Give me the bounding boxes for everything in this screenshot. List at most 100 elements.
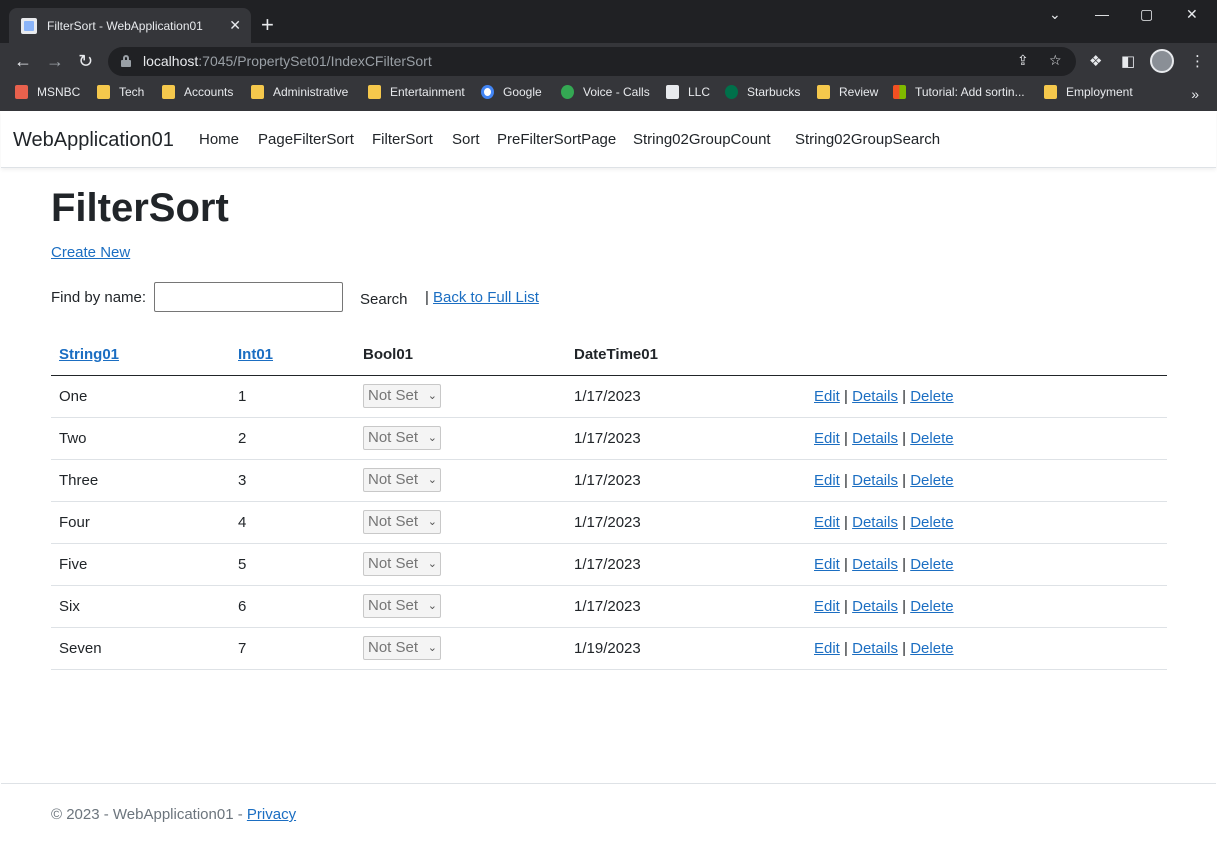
bookmark-tutorial[interactable]: Tutorial: Add sortin... (893, 85, 1025, 99)
action-separator: | (902, 471, 907, 489)
details-link[interactable]: Details (852, 556, 898, 573)
edit-link[interactable]: Edit (814, 598, 840, 615)
cell-bool01: Not Set ⌄ (355, 585, 566, 628)
cell-int01: 7 (230, 627, 355, 670)
bool01-select-value: Not Set (368, 429, 419, 446)
delete-link[interactable]: Delete (910, 388, 953, 405)
edit-link[interactable]: Edit (814, 430, 840, 447)
delete-link[interactable]: Delete (910, 598, 953, 615)
reload-icon[interactable]: ↻ (78, 51, 93, 71)
sort-string01-link[interactable]: String01 (59, 346, 119, 363)
window-close-icon[interactable]: ✕ (1186, 6, 1198, 23)
edit-link[interactable]: Edit (814, 556, 840, 573)
lock-icon[interactable] (121, 55, 131, 67)
cell-actions: Edit | Details | Delete (806, 417, 1167, 460)
cell-bool01: Not Set ⌄ (355, 375, 566, 418)
new-tab-button[interactable]: + (261, 14, 274, 36)
bookmark-tech[interactable]: Tech (97, 85, 144, 99)
page-favicon-icon (21, 17, 37, 34)
bookmark-accounts[interactable]: Accounts (162, 85, 233, 99)
delete-link[interactable]: Delete (910, 514, 953, 531)
app-brand[interactable]: WebApplication01 (13, 129, 174, 152)
chevron-down-icon: ⌄ (427, 558, 437, 570)
maximize-icon[interactable]: ▢ (1140, 6, 1153, 23)
details-link[interactable]: Details (852, 640, 898, 657)
bool01-select[interactable]: Not Set ⌄ (363, 468, 441, 492)
cell-datetime01: 1/17/2023 (566, 543, 806, 586)
chevron-down-icon: ⌄ (427, 516, 437, 528)
bookmarks-overflow-icon[interactable]: » (1191, 86, 1199, 102)
table-header-row: String01 Int01 Bool01 DateTime01 (51, 334, 1167, 376)
nav-home[interactable]: Home (199, 131, 239, 148)
forward-arrow-icon[interactable]: → (46, 51, 64, 71)
edit-link[interactable]: Edit (814, 514, 840, 531)
chevron-down-icon: ⌄ (427, 432, 437, 444)
minimize-icon[interactable]: — (1095, 6, 1109, 22)
bookmark-llc[interactable]: LLC (666, 85, 710, 99)
tab-close-icon[interactable]: ✕ (229, 17, 241, 33)
cell-int01: 3 (230, 459, 355, 502)
bookmark-administrative[interactable]: Administrative (251, 85, 348, 99)
url-text[interactable]: localhost:7045/PropertySet01/IndexCFilte… (143, 53, 432, 69)
bool01-select[interactable]: Not Set ⌄ (363, 594, 441, 618)
cell-bool01: Not Set ⌄ (355, 459, 566, 502)
chevron-down-icon: ⌄ (427, 642, 437, 654)
address-bar[interactable]: localhost:7045/PropertySet01/IndexCFilte… (108, 47, 1076, 76)
bookmark-google[interactable]: Google (481, 85, 542, 99)
cell-actions: Edit | Details | Delete (806, 459, 1167, 502)
nav-sort[interactable]: Sort (452, 131, 480, 148)
details-link[interactable]: Details (852, 388, 898, 405)
search-input[interactable] (154, 282, 343, 312)
share-icon[interactable]: ⇪ (1017, 52, 1029, 69)
edit-link[interactable]: Edit (814, 640, 840, 657)
side-panel-icon[interactable]: ◧ (1121, 52, 1135, 70)
details-link[interactable]: Details (852, 430, 898, 447)
edit-link[interactable]: Edit (814, 388, 840, 405)
bookmark-star-icon[interactable]: ☆ (1049, 52, 1062, 69)
bool01-select[interactable]: Not Set ⌄ (363, 636, 441, 660)
details-link[interactable]: Details (852, 598, 898, 615)
sort-int01-link[interactable]: Int01 (238, 346, 273, 363)
bookmark-starbucks[interactable]: Starbucks (725, 85, 800, 99)
header-string01[interactable]: String01 (51, 334, 230, 376)
header-int01[interactable]: Int01 (230, 334, 355, 376)
tab-search-icon[interactable]: ⌄ (1049, 6, 1061, 23)
bookmark-msnbc[interactable]: MSNBC (15, 85, 80, 99)
nav-string02groupsearch[interactable]: String02GroupSearch (795, 131, 940, 148)
bookmark-voice-calls[interactable]: Voice - Calls (561, 85, 650, 99)
back-arrow-icon[interactable]: ← (14, 51, 32, 71)
search-button[interactable]: Search (360, 291, 408, 308)
bool01-select[interactable]: Not Set ⌄ (363, 426, 441, 450)
details-link[interactable]: Details (852, 514, 898, 531)
bool01-select[interactable]: Not Set ⌄ (363, 384, 441, 408)
delete-link[interactable]: Delete (910, 430, 953, 447)
details-link[interactable]: Details (852, 472, 898, 489)
action-separator: | (902, 429, 907, 447)
cell-int01: 5 (230, 543, 355, 586)
nav-pagefiltersort[interactable]: PageFilterSort (258, 131, 354, 148)
extensions-icon[interactable]: ❖ (1089, 52, 1102, 70)
nav-filtersort[interactable]: FilterSort (372, 131, 433, 148)
menu-kebab-icon[interactable]: ⋮ (1190, 52, 1205, 70)
edit-link[interactable]: Edit (814, 472, 840, 489)
footer-text: © 2023 - WebApplication01 - Privacy (51, 806, 297, 823)
action-separator: | (844, 639, 848, 657)
action-separator: | (844, 555, 848, 573)
bool01-select[interactable]: Not Set ⌄ (363, 552, 441, 576)
delete-link[interactable]: Delete (910, 640, 953, 657)
nav-prefiltersortpage[interactable]: PreFilterSortPage (497, 131, 616, 148)
back-to-full-list-link[interactable]: Back to Full List (433, 289, 539, 306)
delete-link[interactable]: Delete (910, 556, 953, 573)
bookmark-entertainment[interactable]: Entertainment (368, 85, 465, 99)
bool01-select[interactable]: Not Set ⌄ (363, 510, 441, 534)
create-new-link[interactable]: Create New (51, 244, 130, 261)
nav-string02groupcount[interactable]: String02GroupCount (633, 131, 771, 148)
profile-avatar[interactable] (1150, 49, 1174, 73)
privacy-link[interactable]: Privacy (247, 806, 296, 823)
delete-link[interactable]: Delete (910, 472, 953, 489)
bookmark-employment[interactable]: Employment (1044, 85, 1133, 99)
page-footer: © 2023 - WebApplication01 - Privacy (1, 783, 1216, 844)
bookmark-review[interactable]: Review (817, 85, 878, 99)
folder-icon (97, 85, 110, 99)
browser-tab[interactable]: FilterSort - WebApplication01 ✕ (9, 8, 251, 43)
